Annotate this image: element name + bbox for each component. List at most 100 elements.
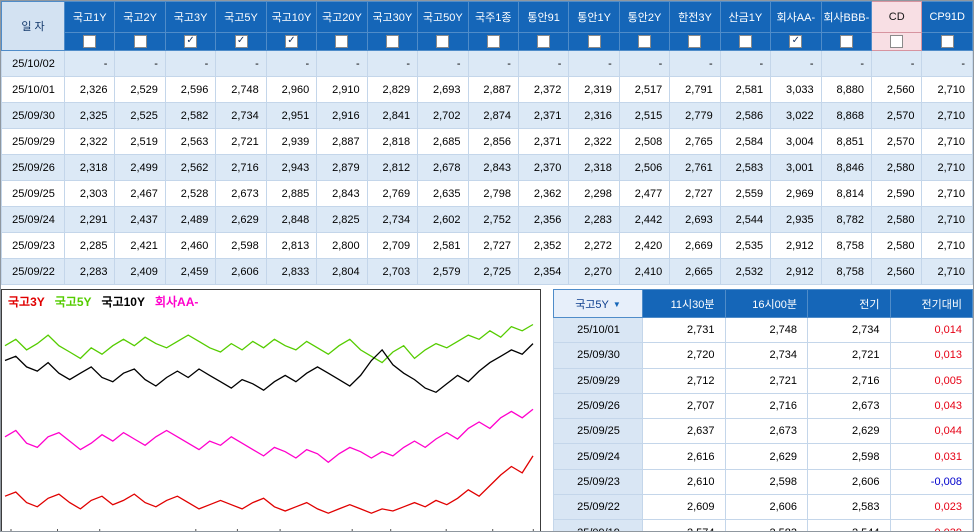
detail-prev-cell: 2,583: [807, 494, 891, 521]
detail-row-25/09/25: 25/09/25 2,637 2,673 2,629 0,044: [553, 418, 973, 445]
checkbox-cell-국고2Y: [114, 32, 166, 51]
rate-cell: 2,410: [618, 258, 671, 285]
checkbox-CD[interactable]: [890, 35, 904, 48]
col-header-통안1Y[interactable]: 통안1Y: [568, 1, 620, 33]
detail-1600-cell: 2,629: [724, 443, 808, 470]
checkbox-한전3Y[interactable]: [688, 35, 702, 48]
checkbox-국고10Y[interactable]: ✓: [284, 35, 298, 48]
checkbox-국고30Y[interactable]: [385, 35, 399, 48]
rate-cell: 2,285: [63, 232, 116, 259]
rate-cell: 2,583: [719, 154, 772, 181]
checkbox-국고3Y[interactable]: ✓: [184, 35, 198, 48]
checkbox-cell-통안91: [517, 32, 570, 51]
rate-cell: 2,752: [467, 206, 519, 233]
col-header-국고3Y[interactable]: 국고3Y: [164, 1, 217, 33]
col-header-회사BBB-[interactable]: 회사BBB-: [820, 1, 873, 33]
col-header-국고20Y[interactable]: 국고20Y: [316, 1, 368, 33]
rates-table: 일 자 국고1Y 국고2Y 국고3Y 국고5Y 국고10Y 국고20Y 국고30Y 국고50Y…: [1, 1, 973, 285]
col-header-국고5Y[interactable]: 국고5Y: [215, 1, 267, 33]
rate-cell: 2,665: [669, 258, 721, 285]
rate-cell: 2,885: [265, 180, 318, 207]
rate-cell: 8,814: [820, 180, 873, 207]
rate-cell: 2,710: [921, 76, 973, 103]
rate-cell: 2,629: [215, 206, 267, 233]
checkbox-CP91D[interactable]: [940, 35, 954, 48]
legend-국고10Y: 국고10Y: [101, 295, 145, 309]
rate-cell: 2,765: [669, 128, 721, 155]
checkbox-국고5Y[interactable]: ✓: [234, 35, 248, 48]
col-header-통안91[interactable]: 통안91: [517, 1, 570, 33]
rate-cell: 2,371: [517, 128, 570, 155]
checkbox-cell-국고1Y: [63, 32, 116, 51]
chart-line-국고10Y: [4, 343, 534, 394]
rate-cell: 2,825: [316, 206, 368, 233]
rate-cell: 2,325: [63, 102, 116, 129]
rate-cell: 2,709: [366, 232, 419, 259]
rate-cell: 2,319: [568, 76, 620, 103]
detail-diff-cell: 0,043: [889, 392, 973, 420]
checkbox-회사BBB-[interactable]: [839, 35, 853, 48]
detail-prev-cell: 2,734: [807, 316, 891, 344]
detail-1600-cell: 2,721: [724, 367, 808, 394]
detail-row-25/09/19: 25/09/192,5742,5832,5440,039: [553, 519, 973, 531]
col-header-한전3Y[interactable]: 한전3Y: [669, 1, 721, 33]
checkbox-통안2Y[interactable]: [638, 35, 652, 48]
rate-cell: -: [265, 50, 318, 77]
checkbox-산금1Y[interactable]: [738, 35, 752, 48]
detail-1130-cell: 2,707: [642, 392, 726, 420]
rate-cell: 2,602: [417, 206, 469, 233]
col-header-국고1Y[interactable]: 국고1Y: [63, 1, 116, 33]
series-select[interactable]: 국고5Y ▼: [553, 289, 643, 318]
checkbox-국고20Y[interactable]: [335, 35, 349, 48]
rate-cell: 2,582: [164, 102, 217, 129]
rate-cell: 2,848: [265, 206, 318, 233]
rate-cell: 2,669: [669, 232, 721, 259]
detail-diff-cell: 0,005: [889, 367, 973, 394]
rate-cell: 2,291: [63, 206, 116, 233]
rate-cell: 2,283: [63, 258, 116, 285]
rate-cell: -: [215, 50, 267, 77]
rate-cell: 2,580: [870, 232, 923, 259]
checkbox-국고2Y[interactable]: [133, 35, 147, 48]
checkbox-국고1Y[interactable]: [83, 35, 97, 48]
date-column-header: 일 자: [1, 1, 65, 51]
col-header-통안2Y[interactable]: 통안2Y: [618, 1, 671, 33]
checkbox-통안1Y[interactable]: [587, 35, 601, 48]
col-header-국주1종[interactable]: 국주1종: [467, 1, 519, 33]
rate-cell: 2,678: [417, 154, 469, 181]
detail-1130-cell: 2,616: [642, 443, 726, 470]
rate-cell: 2,710: [921, 232, 973, 259]
detail-prev-cell: 2,598: [807, 443, 891, 470]
col-header-산금1Y[interactable]: 산금1Y: [719, 1, 772, 33]
detail-diff-cell: 0,044: [889, 418, 973, 445]
rate-cell: 2,579: [417, 258, 469, 285]
rate-cell: -: [568, 50, 620, 77]
detail-prev-cell: 2,544: [807, 519, 891, 531]
rate-cell: -: [467, 50, 519, 77]
rate-cell: 2,570: [870, 102, 923, 129]
checkbox-cell-산금1Y: [719, 32, 772, 51]
rate-cell: 2,316: [568, 102, 620, 129]
col-header-CP91D[interactable]: CP91D: [921, 1, 973, 33]
checkbox-국고50Y[interactable]: [436, 35, 450, 48]
col-header-CD[interactable]: CD: [870, 1, 923, 33]
rate-cell: 2,477: [618, 180, 671, 207]
rate-cell: 2,489: [164, 206, 217, 233]
rate-cell: 2,960: [265, 76, 318, 103]
checkbox-국주1종[interactable]: [486, 35, 500, 48]
col-header-국고30Y[interactable]: 국고30Y: [366, 1, 419, 33]
col-header-국고50Y[interactable]: 국고50Y: [417, 1, 469, 33]
rate-cell: 2,544: [719, 206, 772, 233]
checkbox-통안91[interactable]: [537, 35, 551, 48]
col-header-회사AA-[interactable]: 회사AA-: [770, 1, 822, 33]
rate-cell: 2,442: [618, 206, 671, 233]
detail-1130-cell: 2,720: [642, 342, 726, 369]
legend-회사AA-: 회사AA-: [154, 295, 199, 309]
rate-cell: 2,734: [366, 206, 419, 233]
rate-cell: 2,673: [215, 180, 267, 207]
col-header-국고2Y[interactable]: 국고2Y: [114, 1, 166, 33]
rate-cell: 2,727: [467, 232, 519, 259]
checkbox-회사AA-[interactable]: ✓: [789, 35, 803, 48]
detail-1130-cell: 2,574: [642, 519, 726, 531]
col-header-국고10Y[interactable]: 국고10Y: [265, 1, 318, 33]
